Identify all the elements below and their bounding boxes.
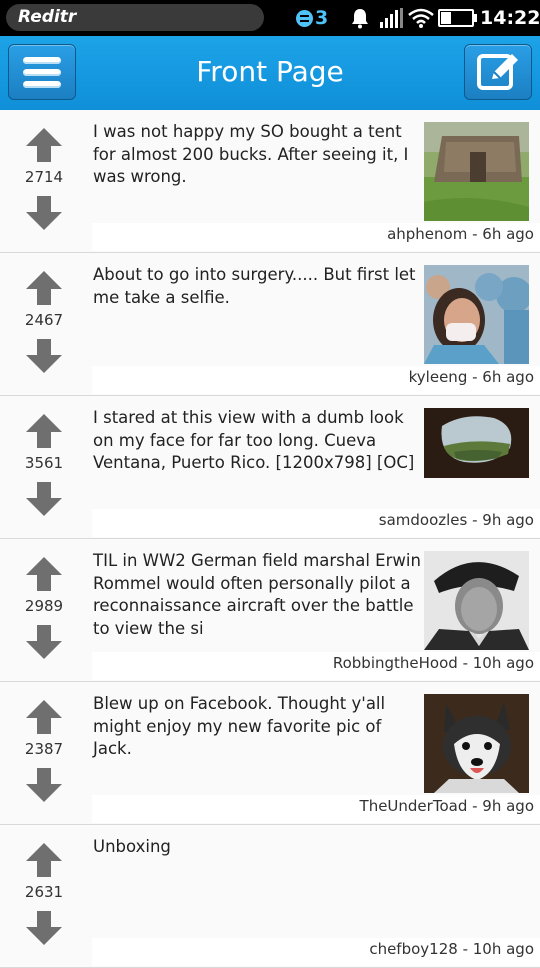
post-thumbnail[interactable] (424, 265, 529, 364)
post-meta-row: TheUnderToad - 9h ago (92, 795, 540, 823)
upvote-icon[interactable] (26, 414, 62, 448)
signal-icon (380, 0, 404, 36)
post-title[interactable]: Blew up on Facebook. Thought y'all might… (93, 693, 421, 761)
post-title[interactable]: I was not happy my SO bought a tent for … (93, 121, 421, 189)
post-meta-row: samdoozles - 9h ago (92, 509, 540, 537)
score-count: 2387 (24, 740, 64, 758)
post-meta-row: RobbingtheHood - 10h ago (92, 652, 540, 680)
upvote-icon[interactable] (26, 128, 62, 162)
downvote-icon[interactable] (26, 768, 62, 802)
post-item[interactable]: 2467 About to go into surgery..... But f… (0, 253, 540, 396)
score-count: 2467 (24, 311, 64, 329)
vote-column: 2467 (0, 253, 88, 394)
post-item[interactable]: 2989 TIL in WW2 German field marshal Erw… (0, 539, 540, 682)
post-feed: 2714 I was not happy my SO bought a tent… (0, 110, 540, 968)
score-count: 2631 (24, 883, 64, 901)
clock: 14:22 (480, 7, 540, 29)
post-thumbnail[interactable] (424, 122, 529, 221)
post-thumbnail[interactable] (424, 694, 529, 793)
upvote-icon[interactable] (26, 700, 62, 734)
compose-icon (477, 54, 518, 90)
post-meta[interactable]: ahphenom - 6h ago (387, 225, 534, 243)
score-count: 3561 (24, 454, 64, 472)
vote-column: 2989 (0, 539, 88, 680)
post-meta[interactable]: chefboy128 - 10h ago (369, 940, 534, 958)
post-meta-row: kyleeng - 6h ago (92, 366, 540, 394)
battery-icon (438, 0, 477, 36)
wifi-icon (408, 0, 434, 36)
post-thumbnail[interactable] (424, 408, 529, 478)
downvote-icon[interactable] (26, 339, 62, 373)
vote-column: 2387 (0, 682, 88, 823)
post-item[interactable]: 2387 Blew up on Facebook. Thought y'all … (0, 682, 540, 825)
post-thumbnail[interactable] (424, 551, 529, 650)
page-title: Front Page (196, 55, 344, 88)
post-item[interactable]: 2631 Unboxing chefboy128 - 10h ago (0, 825, 540, 968)
vote-column: 2714 (0, 110, 88, 251)
app-name: Reditr (18, 7, 77, 27)
compose-button[interactable] (464, 44, 532, 100)
post-meta-row: chefboy128 - 10h ago (92, 938, 540, 966)
upvote-icon[interactable] (26, 271, 62, 305)
post-title[interactable]: TIL in WW2 German field marshal Erwin Ro… (93, 550, 421, 640)
post-item[interactable]: 3561 I stared at this view with a dumb l… (0, 396, 540, 539)
downvote-icon[interactable] (26, 196, 62, 230)
post-meta[interactable]: kyleeng - 6h ago (409, 368, 534, 386)
downvote-icon[interactable] (26, 625, 62, 659)
post-title[interactable]: Unboxing (93, 836, 421, 859)
score-count: 2989 (24, 597, 64, 615)
post-meta[interactable]: TheUnderToad - 9h ago (360, 797, 534, 815)
status-bar: Reditr 3 14:22 (0, 0, 540, 36)
downvote-icon[interactable] (26, 482, 62, 516)
notification-icon[interactable]: 3 (296, 0, 328, 36)
post-title[interactable]: I stared at this view with a dumb look o… (93, 407, 421, 475)
downvote-icon[interactable] (26, 911, 62, 945)
vote-column: 3561 (0, 396, 88, 537)
post-meta[interactable]: RobbingtheHood - 10h ago (333, 654, 534, 672)
app-header: Front Page (0, 36, 540, 111)
post-title[interactable]: About to go into surgery..... But first … (93, 264, 421, 309)
notification-count: 3 (315, 7, 329, 29)
post-meta[interactable]: samdoozles - 9h ago (379, 511, 534, 529)
upvote-icon[interactable] (26, 843, 62, 877)
post-meta-row: ahphenom - 6h ago (92, 223, 540, 251)
app-switcher[interactable]: Reditr (6, 4, 264, 31)
post-item[interactable]: 2714 I was not happy my SO bought a tent… (0, 110, 540, 253)
bell-icon (350, 0, 370, 36)
vote-column: 2631 (0, 825, 88, 966)
score-count: 2714 (24, 168, 64, 186)
upvote-icon[interactable] (26, 557, 62, 591)
